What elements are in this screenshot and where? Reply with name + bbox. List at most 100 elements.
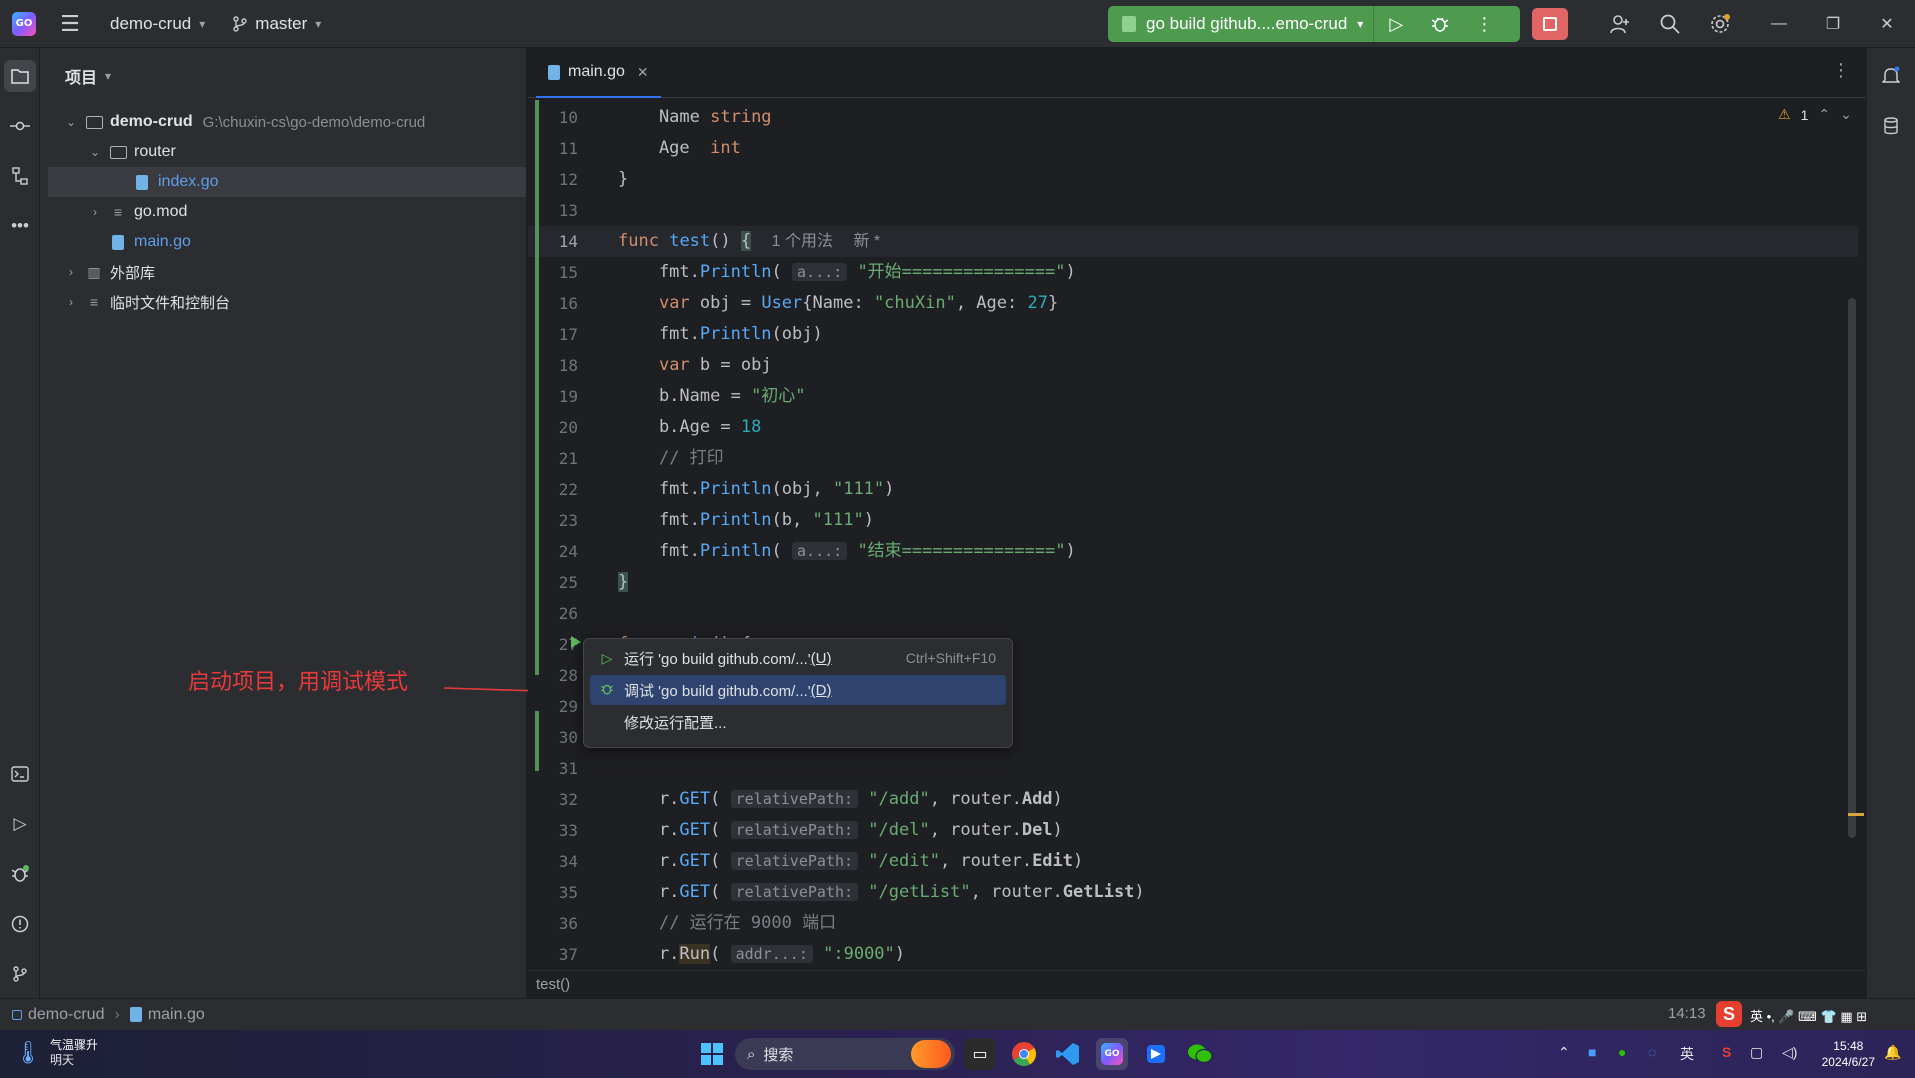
run-config-selector[interactable]: go build github....emo-crud ▾ — [1108, 6, 1375, 42]
terminal-app-icon[interactable]: ▭ — [964, 1038, 996, 1070]
status-project[interactable]: demo-crud — [12, 1006, 104, 1024]
tree-item-index-go[interactable]: index.go — [48, 167, 526, 197]
line-number[interactable]: 17 — [528, 319, 598, 350]
branch-switcher[interactable]: master ▾ — [233, 14, 321, 34]
code-line[interactable]: Age int — [618, 133, 741, 164]
line-number[interactable]: 14 — [528, 226, 598, 257]
debug-button[interactable] — [1418, 6, 1462, 42]
code-line[interactable]: r.GET( relativePath: "/add", router.Add) — [618, 784, 1063, 815]
ime-toolbar[interactable]: 英 •, 🎤 ⌨ 👕 ▦ ⊞ — [1750, 1006, 1867, 1025]
close-window-button[interactable]: ✕ — [1860, 0, 1914, 48]
line-number[interactable]: 19 — [528, 381, 598, 412]
code-line[interactable]: fmt.Println(obj) — [618, 319, 823, 350]
line-number[interactable]: 20 — [528, 412, 598, 443]
tab-main-go[interactable]: main.go ✕ — [536, 48, 661, 98]
code-line[interactable]: } — [618, 567, 629, 598]
more-actions-button[interactable]: ⋮ — [1462, 6, 1506, 42]
code-line[interactable]: // 打印 — [618, 443, 724, 474]
settings-gear-icon[interactable] — [1704, 8, 1736, 40]
more-tools-icon[interactable]: ••• — [4, 210, 36, 242]
goland-logo-icon[interactable]: GO — [0, 0, 48, 48]
tree-item-demo-crud[interactable]: ⌄ demo-crud G:\chuxin-cs\go-demo\demo-cr… — [48, 107, 526, 137]
code-line[interactable]: func test() { 1 个用法 新 * — [618, 226, 880, 257]
tray-volume-icon[interactable]: ◁) — [1782, 1044, 1797, 1061]
git-tool-icon[interactable] — [4, 958, 36, 990]
line-number[interactable]: 26 — [528, 598, 598, 629]
close-tab-icon[interactable]: ✕ — [637, 64, 649, 81]
code-line[interactable]: } — [618, 164, 628, 195]
tray-wechat-icon[interactable]: ● — [1618, 1044, 1626, 1060]
breadcrumb-function[interactable]: test() — [536, 976, 570, 993]
notifications-bell-icon[interactable] — [1875, 60, 1907, 92]
code-line[interactable]: r.GET( relativePath: "/del", router.Del) — [618, 815, 1063, 846]
tree-item-scratches[interactable]: › ≡ 临时文件和控制台 — [48, 287, 526, 317]
project-switcher[interactable]: demo-crud ▾ — [110, 14, 205, 34]
run-button[interactable]: ▷ — [1374, 6, 1418, 42]
taskbar-clock[interactable]: 15:48 2024/6/27 — [1822, 1038, 1875, 1070]
line-number[interactable]: 34 — [528, 846, 598, 877]
line-number[interactable]: 12 — [528, 164, 598, 195]
code-line[interactable]: r.GET( relativePath: "/edit", router.Edi… — [618, 846, 1083, 877]
ime-logo-icon[interactable]: S — [1716, 1001, 1742, 1027]
add-user-icon[interactable] — [1604, 8, 1636, 40]
taskbar-search-input[interactable]: ⌕ 搜索 — [735, 1038, 955, 1070]
problems-tool-icon[interactable] — [4, 908, 36, 940]
line-number[interactable]: 33 — [528, 815, 598, 846]
search-icon[interactable] — [1654, 8, 1686, 40]
menu-item-edit-config[interactable]: 修改运行配置... — [590, 707, 1006, 737]
code-line[interactable]: r.Run( addr...: ":9000") — [618, 939, 905, 970]
chevron-down-icon[interactable]: ⌄ — [1840, 106, 1852, 123]
warning-marker[interactable] — [1848, 813, 1864, 816]
tray-app-icon[interactable]: ◌ — [1648, 1044, 1656, 1060]
terminal-tool-icon[interactable] — [4, 758, 36, 790]
restore-button[interactable]: ❐ — [1806, 0, 1860, 48]
tray-sogou-icon[interactable]: S — [1722, 1044, 1731, 1060]
code-line[interactable]: var obj = User{Name: "chuXin", Age: 27} — [618, 288, 1058, 319]
code-line[interactable]: fmt.Println(b, "111") — [618, 505, 874, 536]
menu-item-run[interactable]: ▷ 运行 'go build github.com/...' (U) Ctrl+S… — [590, 643, 1006, 673]
line-number[interactable]: 13 — [528, 195, 598, 226]
wechat-app-icon[interactable] — [1184, 1038, 1216, 1070]
code-line[interactable]: b.Name = "初心" — [618, 381, 806, 412]
line-number[interactable]: 22 — [528, 474, 598, 505]
code-line[interactable]: fmt.Println( a...: "结束===============") — [618, 536, 1076, 567]
code-line[interactable]: r.GET( relativePath: "/getList", router.… — [618, 877, 1145, 908]
goland-app-icon[interactable]: GO — [1096, 1038, 1128, 1070]
code-line[interactable]: b.Age = 18 — [618, 412, 761, 443]
tray-network-icon[interactable]: ▢ — [1750, 1044, 1763, 1061]
line-number[interactable]: 11 — [528, 133, 598, 164]
run-gutter-icon[interactable] — [571, 636, 581, 648]
vertical-scrollbar[interactable] — [1848, 298, 1856, 838]
code-line[interactable]: var b = obj — [618, 350, 772, 381]
tree-item-router[interactable]: ⌄ router — [48, 137, 526, 167]
minimize-button[interactable]: — — [1752, 0, 1806, 48]
line-number[interactable]: 25 — [528, 567, 598, 598]
code-line[interactable]: fmt.Println(obj, "111") — [618, 474, 894, 505]
menu-item-debug[interactable]: 调试 'go build github.com/...' (D) — [590, 675, 1006, 705]
tab-more-icon[interactable]: ⋮ — [1832, 60, 1850, 81]
line-number[interactable]: 21 — [528, 443, 598, 474]
notification-icon[interactable]: 🔔 — [1884, 1044, 1901, 1061]
status-file[interactable]: main.go — [129, 1006, 205, 1024]
project-tool-icon[interactable] — [4, 60, 36, 92]
line-number[interactable]: 18 — [528, 350, 598, 381]
project-panel-header[interactable]: 项目 ▾ — [40, 48, 526, 104]
caret-position[interactable]: 14:13 — [1668, 1005, 1706, 1022]
line-number[interactable]: 35 — [528, 877, 598, 908]
commit-tool-icon[interactable] — [4, 110, 36, 142]
tray-feishu-icon[interactable]: ■ — [1588, 1044, 1596, 1060]
inspection-widget[interactable]: ⚠ 1 ⌃ ⌄ — [1778, 106, 1852, 123]
code-line[interactable]: // 运行在 9000 端口 — [618, 908, 836, 939]
database-icon[interactable] — [1875, 110, 1907, 142]
run-tool-icon[interactable]: ▷ — [4, 808, 36, 840]
stop-button[interactable] — [1532, 8, 1568, 40]
feishu-app-icon[interactable] — [1140, 1038, 1172, 1070]
vscode-app-icon[interactable] — [1052, 1038, 1084, 1070]
line-number[interactable]: 15 — [528, 257, 598, 288]
tree-item-go-mod[interactable]: › ≡ go.mod — [48, 197, 526, 227]
tray-ime-label[interactable]: 英 — [1680, 1044, 1694, 1064]
weather-widget[interactable]: 🌡 气温骤升 明天 — [14, 1038, 98, 1068]
main-menu-icon[interactable]: ☰ — [48, 0, 92, 48]
line-number[interactable]: 37 — [528, 939, 598, 970]
line-number[interactable]: 32 — [528, 784, 598, 815]
